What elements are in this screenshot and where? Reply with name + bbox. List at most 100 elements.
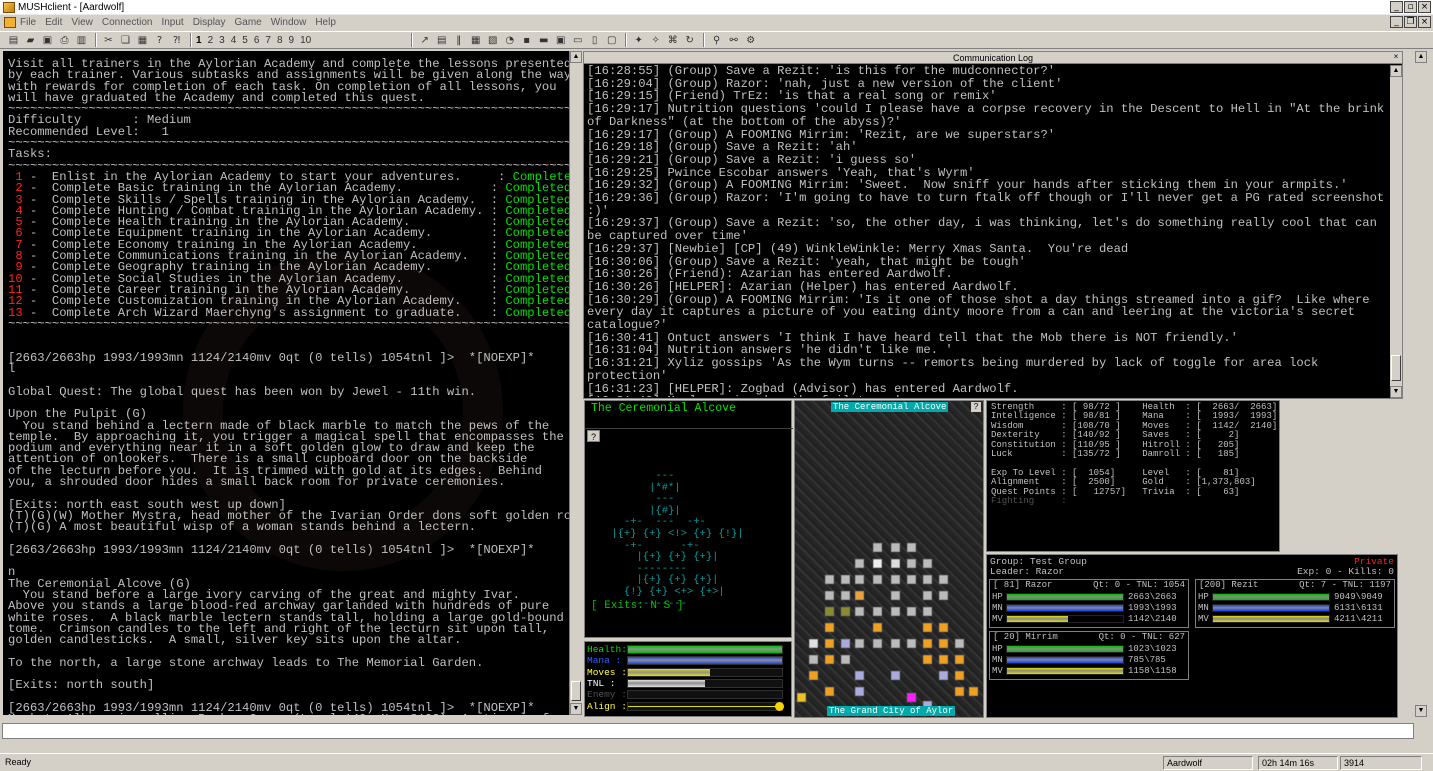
map-help-button[interactable]: ? [971,402,981,412]
map-room[interactable] [824,590,835,601]
right-scroll-down[interactable]: ▼ [1415,705,1427,717]
document-icon[interactable] [4,17,16,28]
main-output-window[interactable]: Visit all trainers in the Aylorian Acade… [3,51,569,715]
map-room[interactable] [890,638,901,649]
map-room[interactable] [824,638,835,649]
map-room[interactable] [854,606,865,617]
map-room[interactable] [906,606,917,617]
map-room[interactable] [872,574,883,585]
map-room[interactable] [854,638,865,649]
new-world-icon[interactable]: ▤ [6,33,21,47]
map-room[interactable] [872,622,883,633]
map-room[interactable] [906,542,917,553]
layout-icon[interactable]: ▯ [587,33,602,47]
map-room[interactable] [938,670,949,681]
map-room[interactable] [872,638,883,649]
variables-icon[interactable]: ▪ [519,33,534,47]
map-room[interactable] [796,692,807,703]
timers-icon[interactable]: ◔ [502,33,517,47]
doc-restore-button[interactable]: ❐ [1404,16,1417,28]
world-tab-1[interactable]: 1 [196,35,202,46]
map-room[interactable] [890,606,901,617]
aliases-icon[interactable]: ▧ [485,33,500,47]
map-room[interactable] [854,686,865,697]
world-tab-5[interactable]: 5 [242,35,248,46]
find-icon[interactable]: ⚲ [709,33,724,47]
scroll-down-arrow[interactable]: ▼ [570,703,582,715]
map-room[interactable] [922,606,933,617]
map-room[interactable] [954,654,965,665]
menu-edit[interactable]: Edit [45,17,62,28]
comm-scroll-thumb[interactable] [1391,355,1401,381]
map-room[interactable] [840,638,851,649]
map-room[interactable] [824,686,835,697]
map-room[interactable] [954,686,965,697]
map-room[interactable] [938,654,949,665]
triggers-icon[interactable]: ▦ [468,33,483,47]
map-room[interactable] [906,638,917,649]
doc-close-button[interactable]: × [1418,16,1431,28]
map-room[interactable] [808,654,819,665]
map-room[interactable] [922,590,933,601]
map-room[interactable] [808,670,819,681]
preferences-icon[interactable]: ⚙ [743,33,758,47]
world-tab-9[interactable]: 9 [289,35,295,46]
map-room[interactable] [840,654,851,665]
map-room[interactable] [872,542,883,553]
map-room[interactable] [922,574,933,585]
comm-scroll-down[interactable]: ▼ [1390,386,1402,398]
comm-close-icon[interactable]: × [1390,52,1402,63]
comm-log-body[interactable]: [16:28:55] (Group) Save a Rezit: 'is thi… [587,65,1389,397]
world-tab-3[interactable]: 3 [219,35,225,46]
world-tab-6[interactable]: 6 [254,35,260,46]
help-icon[interactable]: ? [152,33,167,47]
reload-icon[interactable]: ↻ [682,33,697,47]
world-tab-8[interactable]: 8 [277,35,283,46]
print-icon[interactable]: ⎙ [57,33,72,47]
map-room[interactable] [872,558,883,569]
map-room[interactable] [824,622,835,633]
preview-icon[interactable]: ▥ [74,33,89,47]
doc-minimize-button[interactable]: _ [1390,16,1403,28]
comm-scroll-up[interactable]: ▲ [1390,65,1402,77]
map-room[interactable] [824,654,835,665]
plugins-icon[interactable]: ✦ [631,33,646,47]
connect-icon[interactable]: ↗ [417,33,432,47]
map-room[interactable] [854,558,865,569]
save-icon[interactable]: ▣ [40,33,55,47]
main-scrollbar[interactable]: ▲ ▼ [569,51,582,715]
world-tab-4[interactable]: 4 [231,35,237,46]
paste-icon[interactable]: ▦ [135,33,150,47]
map-room[interactable] [906,558,917,569]
map-room[interactable] [824,606,835,617]
map-room[interactable] [854,670,865,681]
context-help-icon[interactable]: ⁈ [169,33,184,47]
menu-game[interactable]: Game [235,17,262,28]
world-tab-10[interactable]: 10 [300,35,311,46]
map-room[interactable] [824,574,835,585]
colours-icon[interactable]: ▭ [570,33,585,47]
keypad-icon[interactable]: ▣ [553,33,568,47]
find-again-icon[interactable]: ⚯ [726,33,741,47]
map-room[interactable] [968,686,979,697]
ascii-map-help-button[interactable]: ? [587,430,600,442]
map-room[interactable] [922,558,933,569]
world-tab-7[interactable]: 7 [265,35,271,46]
right-scrollbar[interactable]: ▲ ▼ [1415,51,1427,717]
cut-icon[interactable]: ✂ [101,33,116,47]
map-room[interactable] [954,638,965,649]
maximize-button[interactable]: ▫ [1404,1,1417,13]
map-room[interactable] [890,670,901,681]
map-room[interactable] [938,590,949,601]
map-room[interactable] [854,574,865,585]
map-room[interactable] [954,670,965,681]
minimize-button[interactable]: _ [1390,1,1403,13]
map-room[interactable] [890,558,901,569]
pause-icon[interactable]: ‖ [451,33,466,47]
menu-file[interactable]: File [20,17,36,28]
map-room[interactable] [808,638,819,649]
log-icon[interactable]: ▤ [434,33,449,47]
map-room[interactable] [906,692,917,703]
map-room[interactable] [922,622,933,633]
map-room[interactable] [890,542,901,553]
